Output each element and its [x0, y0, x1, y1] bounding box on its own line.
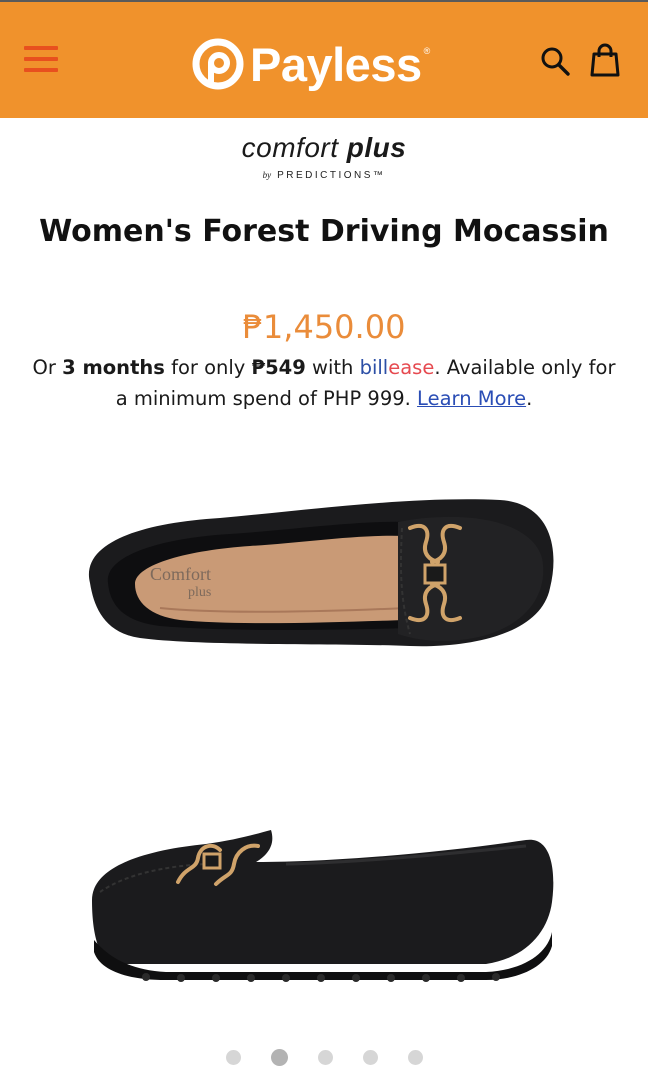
- installment-prefix: Or: [32, 356, 63, 379]
- installment-amount: ₱549: [251, 356, 306, 379]
- installment-period: .: [526, 387, 533, 410]
- learn-more-link[interactable]: Learn More: [417, 387, 526, 410]
- insole-brand-text: Comfort: [150, 564, 211, 584]
- brand-by: by: [262, 170, 272, 180]
- comfort-plus-brand-logo: comfort plus by PREDICTIONS™: [0, 132, 648, 181]
- carousel-dot[interactable]: [407, 1050, 423, 1065]
- shopping-bag-icon[interactable]: [588, 42, 622, 78]
- installment-with: with: [305, 356, 360, 379]
- installment-info: Or 3 months for only ₱549 with billease.…: [30, 352, 618, 414]
- brand-predictions: PREDICTIONS™: [277, 170, 386, 181]
- search-icon[interactable]: [538, 44, 572, 78]
- product-title: Women's Forest Driving Mocassin: [39, 214, 609, 249]
- billease-logo-ease: ease: [388, 356, 435, 379]
- carousel-dot[interactable]: [317, 1050, 333, 1065]
- logo-trademark: ®: [423, 46, 431, 56]
- product-image-side-view[interactable]: [86, 822, 558, 982]
- payless-logo[interactable]: Payless ®: [192, 34, 430, 94]
- billease-logo-bill: bill: [359, 356, 389, 379]
- carousel-dot-active[interactable]: [270, 1049, 288, 1066]
- carousel-dot[interactable]: [225, 1050, 241, 1065]
- brand-plus: plus: [346, 132, 407, 163]
- product-price: ₱1,450.00: [242, 308, 406, 346]
- brand-comfort: comfort: [241, 132, 339, 163]
- insole-brand-text-2: plus: [188, 585, 211, 600]
- carousel-dot[interactable]: [362, 1050, 378, 1065]
- carousel-indicators: [0, 1049, 648, 1066]
- product-image-top-view[interactable]: Comfort plus: [80, 488, 560, 660]
- logo-text: Payless: [250, 37, 422, 91]
- site-header: Payless ®: [0, 0, 648, 118]
- installment-mid: for only: [164, 356, 252, 379]
- installment-months: 3 months: [62, 356, 165, 379]
- hamburger-menu-icon[interactable]: [24, 46, 58, 76]
- payless-logo-mark-icon: [192, 38, 244, 90]
- brand-name: comfort plus: [0, 132, 648, 164]
- brand-subline: by PREDICTIONS™: [0, 170, 648, 181]
